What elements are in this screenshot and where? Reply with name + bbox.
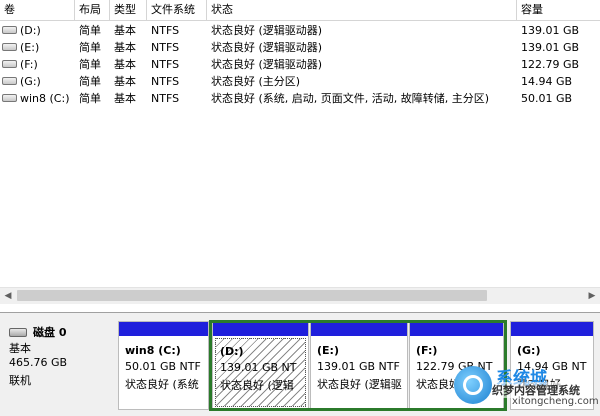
partition-label: (F:): [416, 344, 438, 357]
watermark-url: xitongcheng.com: [512, 396, 599, 407]
column-header-volume[interactable]: 卷: [0, 0, 75, 20]
disk-info[interactable]: 磁盘 0 基本 465.76 GB 联机: [0, 313, 115, 416]
partition-e[interactable]: (E:) 139.01 GB NTF 状态良好 (逻辑驱: [310, 321, 408, 410]
volume-status: 状态良好 (系统, 启动, 页面文件, 活动, 故障转储, 主分区): [211, 92, 490, 105]
volume-name: (E:): [20, 41, 40, 54]
partition-bar: [311, 322, 407, 336]
disk-state: 联机: [9, 374, 31, 387]
partition-bar: [213, 322, 308, 336]
volume-status: 状态良好 (逻辑驱动器): [211, 41, 323, 54]
disk-name: 磁盘 0: [33, 326, 67, 339]
column-header-status[interactable]: 状态: [207, 0, 517, 20]
partition-status: 状态良好 (逻辑驱: [317, 378, 402, 391]
partition-bar: [511, 322, 593, 336]
volume-name: (F:): [20, 58, 38, 71]
volume-list-header: 卷 布局 类型 文件系统 状态 容量: [0, 0, 600, 21]
column-header-type[interactable]: 类型: [110, 0, 147, 20]
partition-label: (E:): [317, 344, 339, 357]
partition-size: 139.01 GB NT: [220, 361, 297, 374]
volume-layout: 简单: [79, 75, 101, 88]
volume-capacity: 14.94 GB: [521, 75, 573, 88]
volume-type: 基本: [114, 75, 136, 88]
horizontal-scrollbar[interactable]: ◀ ▶: [0, 287, 600, 304]
partition-status: 状态良好 (逻辑: [220, 379, 294, 392]
partition-d[interactable]: (D:) 139.01 GB NT 状态良好 (逻辑: [212, 321, 309, 410]
volume-type: 基本: [114, 41, 136, 54]
drive-icon: [2, 94, 17, 102]
volume-name: (G:): [20, 75, 41, 88]
disk-icon: [9, 327, 27, 337]
column-header-layout[interactable]: 布局: [75, 0, 110, 20]
column-header-capacity[interactable]: 容量: [517, 0, 600, 20]
drive-icon: [2, 43, 17, 51]
partition-selected-hatch: (D:) 139.01 GB NT 状态良好 (逻辑: [215, 338, 306, 407]
volume-filesystem: NTFS: [151, 58, 180, 71]
scroll-right-arrow-icon[interactable]: ▶: [584, 288, 600, 304]
column-header-filesystem[interactable]: 文件系统: [147, 0, 207, 20]
disk-type: 基本: [9, 342, 31, 355]
volume-name: (D:): [20, 24, 41, 37]
partition-size: 50.01 GB NTF: [125, 360, 201, 373]
partition-bar: [410, 322, 503, 336]
scroll-left-arrow-icon[interactable]: ◀: [0, 288, 16, 304]
volume-capacity: 139.01 GB: [521, 24, 580, 37]
partition-status: 状态良好 (系统: [125, 378, 199, 391]
volume-row[interactable]: (F:) 简单 基本 NTFS 状态良好 (逻辑驱动器) 122.79 GB: [0, 56, 600, 73]
volume-type: 基本: [114, 24, 136, 37]
partition-c[interactable]: win8 (C:) 50.01 GB NTF 状态良好 (系统: [118, 321, 209, 410]
volume-status: 状态良好 (逻辑驱动器): [211, 24, 323, 37]
partition-bar: [119, 322, 208, 336]
scrollbar-thumb[interactable]: [17, 290, 487, 301]
volume-layout: 简单: [79, 92, 101, 105]
partition-label: (G:): [517, 344, 541, 357]
volume-name: win8 (C:): [20, 92, 70, 105]
drive-icon: [2, 60, 17, 68]
volume-layout: 简单: [79, 41, 101, 54]
volume-status: 状态良好 (主分区): [211, 75, 301, 88]
volume-capacity: 50.01 GB: [521, 92, 573, 105]
volume-list: 卷 布局 类型 文件系统 状态 容量 (D:) 简单 基本 NTFS 状态良好 …: [0, 0, 600, 287]
volume-row[interactable]: (E:) 简单 基本 NTFS 状态良好 (逻辑驱动器) 139.01 GB: [0, 39, 600, 56]
volume-row[interactable]: win8 (C:) 简单 基本 NTFS 状态良好 (系统, 启动, 页面文件,…: [0, 90, 600, 107]
volume-filesystem: NTFS: [151, 75, 180, 88]
volume-type: 基本: [114, 58, 136, 71]
disk-size: 465.76 GB: [9, 356, 68, 369]
watermark-logo-icon: [454, 366, 492, 404]
volume-layout: 简单: [79, 24, 101, 37]
drive-icon: [2, 77, 17, 85]
partition-size: 139.01 GB NTF: [317, 360, 400, 373]
volume-layout: 简单: [79, 58, 101, 71]
volume-type: 基本: [114, 92, 136, 105]
volume-row[interactable]: (D:) 简单 基本 NTFS 状态良好 (逻辑驱动器) 139.01 GB: [0, 22, 600, 39]
volume-capacity: 122.79 GB: [521, 58, 580, 71]
volume-filesystem: NTFS: [151, 92, 180, 105]
volume-status: 状态良好 (逻辑驱动器): [211, 58, 323, 71]
volume-row[interactable]: (G:) 简单 基本 NTFS 状态良好 (主分区) 14.94 GB: [0, 73, 600, 90]
volume-filesystem: NTFS: [151, 24, 180, 37]
volume-filesystem: NTFS: [151, 41, 180, 54]
volume-capacity: 139.01 GB: [521, 41, 580, 54]
partition-label: win8 (C:): [125, 344, 181, 357]
watermark: 系统城 织梦内容管理系统 xitongcheng.com: [452, 362, 600, 415]
pane-divider[interactable]: [0, 304, 600, 312]
partition-label: (D:): [220, 345, 244, 358]
drive-icon: [2, 26, 17, 34]
